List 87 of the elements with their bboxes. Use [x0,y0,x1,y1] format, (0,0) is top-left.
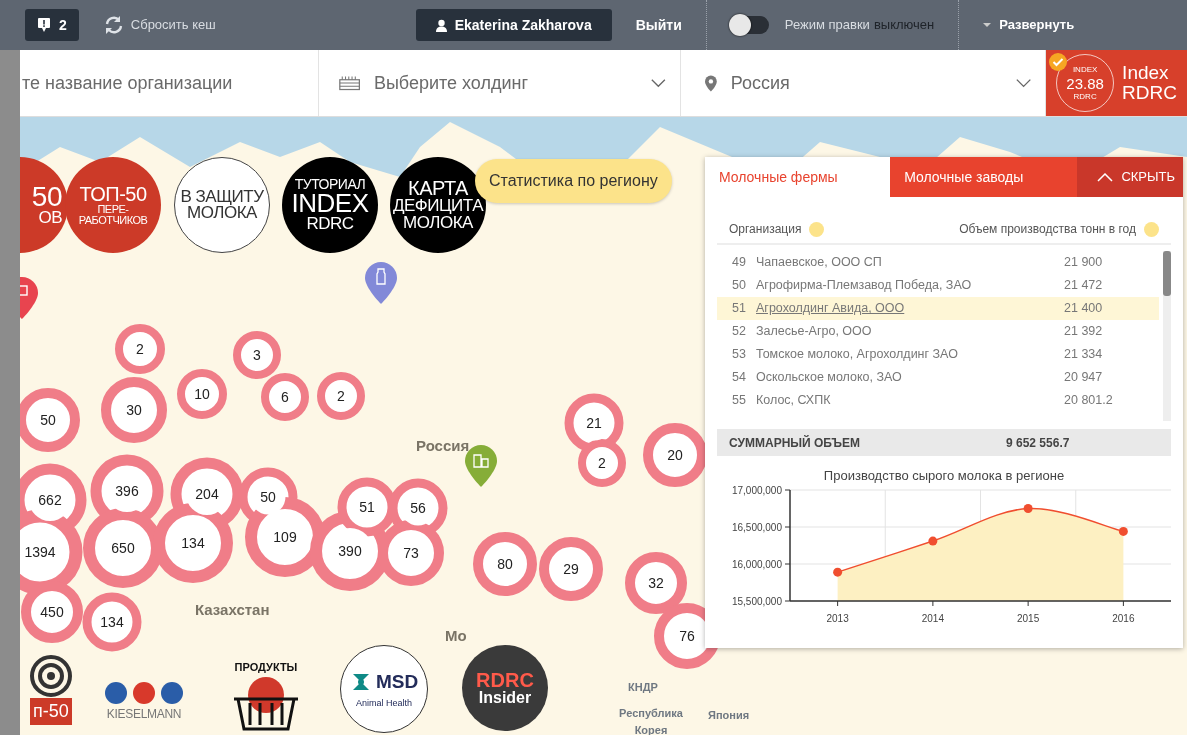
rank-cell-text: 50 [732,277,747,295]
volume-cell-text: 21 392 [1064,323,1104,341]
panel-tab[interactable]: Молочные заводы [890,157,1078,197]
selected-row[interactable]: 51 Агрохолдинг Авида, ООО 21 400 [717,297,1159,320]
logo-text: MSD [375,670,419,694]
data-point[interactable] [1118,526,1128,536]
rank-cell-text: 55 [732,392,747,410]
logo-text: Animal Health [356,696,412,710]
logo-text: п-50 [30,698,72,725]
chevron-down-icon [1015,78,1032,88]
user-icon [435,18,447,32]
rank-cell-text: 52 [732,323,747,341]
total-label: СУММАРНЫЙ ОБЪЕМ [729,434,861,452]
organization-link[interactable]: Агрохолдинг Авида, ООО [756,299,905,318]
table-row[interactable]: 52 Залесье-Агро, ООО 21 392 [717,320,1159,343]
logo-text: Insider [478,690,532,706]
map-pin-icon[interactable] [365,262,397,304]
expand-link[interactable]: Развернуть [999,15,1075,35]
target-icon [29,654,73,698]
table-row[interactable]: 54 Оскольское молоко, ЗАО 20 947 [717,366,1159,389]
rank-cell-text: 51 [732,300,747,318]
rank-cell-text: 49 [732,254,747,272]
volume-cell-text: 21 334 [1064,346,1104,364]
chart-title: Производство сырого молока в регионе [822,467,1066,485]
map-label: Казахстан [195,600,270,620]
x-tick-label: 2016 [1112,612,1135,624]
y-tick-label: 16,000,000 [731,558,782,570]
logout-link[interactable]: Выйти [635,14,682,36]
region-select[interactable]: Россия [728,68,1004,98]
reset-cache-link[interactable]: Сбросить кеш [130,15,216,35]
panel-tab[interactable]: Молочные фермы [705,157,891,197]
x-tick-label: 2013 [826,612,849,624]
user-button[interactable]: Ekaterina Zakharova [415,9,612,41]
data-point[interactable] [1023,503,1033,513]
scrollbar[interactable] [1163,251,1171,421]
edit-mode-label: Режим правки [784,16,870,35]
column-header: Объем производства тонн в год [959,221,1136,238]
edit-mode-state: выключен [873,16,935,35]
table-row[interactable]: 55 Колос, СХПК 20 801.2 [717,389,1159,412]
table-row[interactable]: 53 Томское молоко, Агрохолдинг ЗАО 21 334 [717,343,1159,366]
map-label: Республика Корея [618,706,684,735]
location-pin-icon [704,73,717,93]
organization-field[interactable]: те название организации [20,68,304,98]
x-tick-label: 2015 [1017,612,1040,624]
edit-mode-toggle[interactable] [730,16,769,34]
index-title: RDRC [1122,83,1177,103]
map-label: Мо [445,626,467,646]
volume-cell-text: 21 472 [1064,277,1104,295]
caret-icon [983,23,992,27]
organization-cell-text: Томское молоко, Агрохолдинг ЗАО [756,346,959,364]
organization-cell-text: Чапаевское, ООО СП [756,254,883,272]
map-label: Япония [708,708,750,723]
volume-cell-text: 20 801.2 [1064,392,1114,410]
y-tick-label: 16,500,000 [731,521,782,533]
basket-icon [232,675,300,732]
organization-cell-text: Агрофирма-Племзавод Победа, ЗАО [756,277,973,295]
data-point[interactable] [833,567,843,577]
total-value: 9 652 556.7 [1006,434,1071,452]
y-tick-label: 17,000,000 [731,485,782,496]
volume-cell-text: 20 947 [1064,369,1104,387]
table-row[interactable]: 49 Чапаевское, ООО СП 21 900 [717,251,1159,274]
logo-text: RDRC [476,670,534,690]
organization-cell-text: Оскольское молоко, ЗАО [756,369,903,387]
table-row[interactable]: 50 Агрофирма-Племзавод Победа, ЗАО 21 472 [717,274,1159,297]
data-point[interactable] [928,536,938,546]
organization-cell-text: Колос, СХПК [756,392,832,410]
index-title: Index [1122,63,1170,83]
y-tick-label: 15,500,000 [731,595,782,607]
building-icon [338,74,360,92]
map-label: КНДР [628,680,658,695]
circles-logo-icon [103,681,185,705]
logo-text: ПРОДУКТЫ [234,659,298,675]
hide-button[interactable]: СКРЫТЬ [1077,157,1183,197]
volume-cell-text: 21 900 [1064,254,1104,272]
logo-text: KIESELMANN [106,706,182,723]
organization-cell-text: Залесье-Агро, ООО [756,323,873,341]
volume-cell-text: 21 400 [1064,300,1104,318]
x-tick-label: 2014 [921,612,944,624]
alert-icon [37,17,51,33]
rank-cell-text: 54 [732,369,747,387]
holding-select[interactable]: Выберите холдинг [371,68,640,98]
notifications-button[interactable]: 2 [25,9,79,41]
chevron-down-icon [651,78,666,88]
map-label: Россия [416,436,470,456]
chevron-up-icon [1097,172,1114,182]
column-header: Организация [729,221,802,238]
rank-cell-text: 53 [732,346,747,364]
